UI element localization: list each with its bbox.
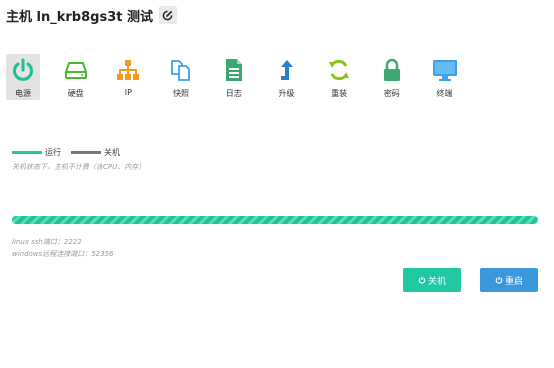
status-legend: 运行 关机 (12, 147, 130, 158)
tool-reinstall[interactable]: 重装 (322, 54, 356, 100)
port-info: linux ssh端口：2222 windows远程连接端口：52356 (12, 236, 113, 260)
tool-power[interactable]: 电源 (6, 54, 40, 100)
status-progress-bar (12, 216, 538, 224)
power-icon (13, 58, 33, 81)
tool-label: 密码 (383, 89, 400, 98)
terminal-icon (432, 60, 457, 81)
tool-label: 快照 (173, 89, 190, 98)
windows-remote-port: windows远程连接端口：52356 (12, 250, 114, 258)
network-icon (117, 60, 140, 80)
legend-shutdown-swatch (71, 151, 101, 154)
tool-label: 电源 (15, 89, 31, 98)
tool-label: 硬盘 (67, 89, 84, 98)
restart-button[interactable]: 重启 (480, 268, 538, 292)
toolbar: 电源 硬盘 IP 快照 日志 升级 重装 密码 终端 (6, 54, 480, 100)
snapshot-icon (171, 60, 190, 81)
tool-snapshot[interactable]: 快照 (164, 54, 198, 100)
tool-label: 日志 (225, 89, 242, 98)
legend-running: 运行 (12, 147, 61, 158)
billing-note: 关机状态下，主机不计费（含CPU、内存） (12, 163, 146, 171)
reinstall-icon (329, 59, 350, 81)
header: 主机 ln_krb8gs3t 测试 (6, 6, 177, 25)
tool-label: 升级 (278, 89, 295, 98)
tool-upgrade[interactable]: 升级 (269, 54, 303, 100)
legend-shutdown-label: 关机 (104, 148, 120, 157)
shutdown-button-label: 关机 (427, 276, 446, 287)
tool-terminal[interactable]: 终端 (428, 54, 462, 100)
restart-button-label: 重启 (504, 276, 523, 287)
legend-running-label: 运行 (45, 148, 61, 157)
log-icon (225, 59, 242, 81)
tool-ip[interactable]: IP (111, 54, 145, 100)
page-title: 主机 ln_krb8gs3t 测试 (6, 9, 153, 25)
edit-title-button[interactable] (158, 6, 177, 24)
power-icon (418, 276, 426, 284)
tool-hard-disk[interactable]: 硬盘 (59, 54, 93, 100)
hard-disk-icon (64, 62, 88, 79)
legend-shutdown: 关机 (71, 147, 120, 158)
tool-label: 终端 (436, 89, 453, 98)
upgrade-icon (281, 60, 294, 80)
tool-label: 重装 (331, 89, 348, 98)
edit-icon (163, 10, 173, 20)
tool-log[interactable]: 日志 (217, 54, 251, 100)
shutdown-button[interactable]: 关机 (403, 268, 461, 292)
power-icon (495, 276, 503, 284)
tool-label: IP (124, 88, 132, 97)
lock-icon (383, 58, 400, 81)
legend-running-swatch (12, 151, 42, 154)
linux-ssh-port: linux ssh端口：2222 (12, 238, 82, 246)
tool-password[interactable]: 密码 (375, 54, 409, 100)
